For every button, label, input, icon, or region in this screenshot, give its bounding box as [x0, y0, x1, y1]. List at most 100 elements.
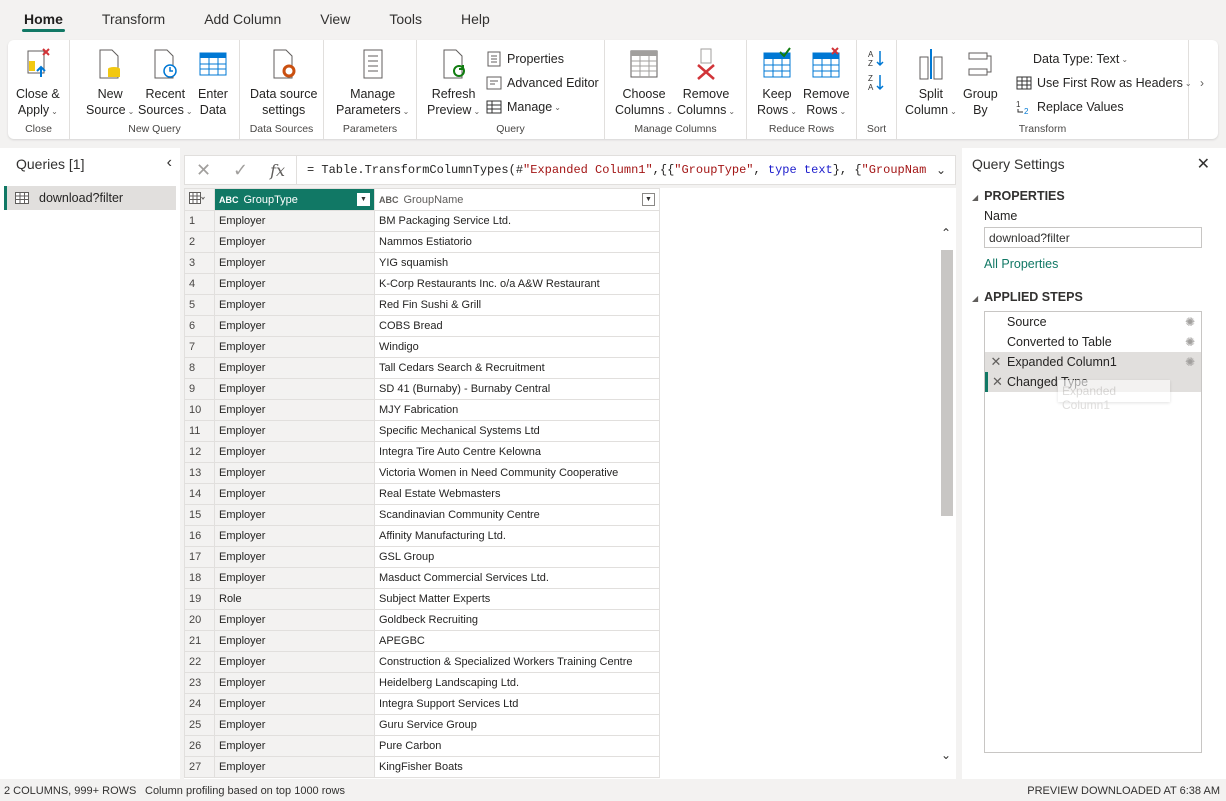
- delete-step-icon[interactable]: ✕: [988, 374, 1007, 390]
- cell-groupname[interactable]: APEGBC: [374, 630, 660, 652]
- all-properties-link[interactable]: All Properties: [984, 257, 1058, 271]
- ribbon-scroll-right-icon[interactable]: ›: [1200, 76, 1204, 90]
- cell-groupname[interactable]: Real Estate Webmasters: [374, 483, 660, 505]
- cell-groupname[interactable]: Affinity Manufacturing Ltd.: [374, 525, 660, 547]
- row-number[interactable]: 20: [184, 609, 215, 631]
- tab-view[interactable]: View: [308, 0, 362, 38]
- row-number[interactable]: 3: [184, 252, 215, 274]
- cancel-icon[interactable]: ✕: [196, 160, 211, 181]
- cell-grouptype[interactable]: Employer: [214, 693, 375, 715]
- data-type-dropdown[interactable]: Data Type: Text ⌄: [1033, 49, 1128, 69]
- row-number[interactable]: 21: [184, 630, 215, 652]
- row-number[interactable]: 8: [184, 357, 215, 379]
- query-name-input[interactable]: [984, 227, 1202, 248]
- row-number[interactable]: 11: [184, 420, 215, 442]
- table-row[interactable]: 3 Employer YIG squamish: [184, 252, 660, 274]
- row-number[interactable]: 7: [184, 336, 215, 358]
- choose-columns-button[interactable]: Choose Columns ⌄: [615, 46, 673, 120]
- row-number[interactable]: 23: [184, 672, 215, 694]
- check-icon[interactable]: ✓: [233, 160, 248, 181]
- table-row[interactable]: 4 Employer K-Corp Restaurants Inc. o/a A&W…: [184, 273, 660, 295]
- table-row[interactable]: 17 Employer GSL Group: [184, 546, 660, 568]
- manage-parameters-button[interactable]: Manage Parameters ⌄: [336, 46, 409, 120]
- cell-grouptype[interactable]: Employer: [214, 735, 375, 757]
- table-row[interactable]: 15 Employer Scandinavian Community Centre: [184, 504, 660, 526]
- row-number[interactable]: 15: [184, 504, 215, 526]
- sort-descending-button[interactable]: ZA: [867, 72, 889, 92]
- properties-section-title[interactable]: ◢ PROPERTIES: [972, 189, 1065, 203]
- recent-sources-button[interactable]: Recent Sources ⌄: [138, 46, 193, 120]
- cell-grouptype[interactable]: Employer: [214, 210, 375, 232]
- table-menu-button[interactable]: [184, 188, 215, 211]
- cell-grouptype[interactable]: Employer: [214, 567, 375, 589]
- row-number[interactable]: 6: [184, 315, 215, 337]
- tab-tools[interactable]: Tools: [377, 0, 434, 38]
- table-row[interactable]: 27 Employer KingFisher Boats: [184, 756, 660, 778]
- text-type-icon[interactable]: ABC: [379, 195, 399, 205]
- cell-groupname[interactable]: Tall Cedars Search & Recruitment: [374, 357, 660, 379]
- cell-groupname[interactable]: Pure Carbon: [374, 735, 660, 757]
- chevron-down-icon[interactable]: ⌄: [927, 163, 955, 177]
- formula-input[interactable]: = Table.TransformColumnTypes(#"Expanded …: [297, 163, 927, 177]
- cell-groupname[interactable]: SD 41 (Burnaby) - Burnaby Central: [374, 378, 660, 400]
- gear-icon[interactable]: ✺: [1185, 315, 1195, 329]
- cell-groupname[interactable]: BM Packaging Service Ltd.: [374, 210, 660, 232]
- table-row[interactable]: 13 Employer Victoria Women in Need Communi…: [184, 462, 660, 484]
- cell-groupname[interactable]: Construction & Specialized Workers Train…: [374, 651, 660, 673]
- table-row[interactable]: 23 Employer Heidelberg Landscaping Ltd.: [184, 672, 660, 694]
- row-number[interactable]: 5: [184, 294, 215, 316]
- data-source-settings-button[interactable]: Data source settings: [250, 46, 317, 118]
- remove-columns-button[interactable]: Remove Columns ⌄: [677, 46, 735, 120]
- cell-groupname[interactable]: Victoria Women in Need Community Coopera…: [374, 462, 660, 484]
- gear-icon[interactable]: ✺: [1185, 335, 1195, 349]
- gear-icon[interactable]: ✺: [1185, 355, 1195, 369]
- table-row[interactable]: 18 Employer Masduct Commercial Services Lt…: [184, 567, 660, 589]
- cell-grouptype[interactable]: Employer: [214, 546, 375, 568]
- replace-values-button[interactable]: 12 Replace Values: [1015, 97, 1124, 117]
- split-column-button[interactable]: Split Column ⌄: [905, 46, 957, 120]
- table-row[interactable]: 20 Employer Goldbeck Recruiting: [184, 609, 660, 631]
- cell-grouptype[interactable]: Employer: [214, 420, 375, 442]
- manage-button[interactable]: Manage ⌄: [485, 97, 561, 117]
- sort-ascending-button[interactable]: AZ: [867, 48, 889, 68]
- table-row[interactable]: 10 Employer MJY Fabrication: [184, 399, 660, 421]
- row-number[interactable]: 14: [184, 483, 215, 505]
- row-number[interactable]: 27: [184, 756, 215, 778]
- cell-grouptype[interactable]: Employer: [214, 399, 375, 421]
- table-row[interactable]: 8 Employer Tall Cedars Search & Recruitmen…: [184, 357, 660, 379]
- table-row[interactable]: 6 Employer COBS Bread: [184, 315, 660, 337]
- cell-groupname[interactable]: COBS Bread: [374, 315, 660, 337]
- step-source[interactable]: Source ✺: [985, 312, 1201, 332]
- scroll-up-icon[interactable]: ⌃: [939, 226, 953, 244]
- row-number[interactable]: 17: [184, 546, 215, 568]
- query-item[interactable]: download?filter: [4, 186, 176, 210]
- cell-grouptype[interactable]: Employer: [214, 273, 375, 295]
- cell-groupname[interactable]: Specific Mechanical Systems Ltd: [374, 420, 660, 442]
- cell-grouptype[interactable]: Employer: [214, 315, 375, 337]
- filter-dropdown-icon[interactable]: ▼: [642, 193, 655, 206]
- properties-button[interactable]: Properties: [485, 49, 564, 69]
- enter-data-button[interactable]: Enter Data: [196, 46, 230, 118]
- table-row[interactable]: 5 Employer Red Fin Sushi & Grill: [184, 294, 660, 316]
- cell-grouptype[interactable]: Employer: [214, 525, 375, 547]
- row-number[interactable]: 4: [184, 273, 215, 295]
- cell-groupname[interactable]: Masduct Commercial Services Ltd.: [374, 567, 660, 589]
- table-row[interactable]: 24 Employer Integra Support Services Ltd: [184, 693, 660, 715]
- table-row[interactable]: 14 Employer Real Estate Webmasters: [184, 483, 660, 505]
- cell-groupname[interactable]: Goldbeck Recruiting: [374, 609, 660, 631]
- row-number[interactable]: 26: [184, 735, 215, 757]
- column-header-grouptype[interactable]: ABC GroupType ▼: [214, 188, 375, 211]
- step-expanded-column1[interactable]: ✕ Expanded Column1 ✺: [985, 352, 1201, 372]
- remove-rows-button[interactable]: Remove Rows ⌄: [803, 46, 850, 120]
- table-row[interactable]: 26 Employer Pure Carbon: [184, 735, 660, 757]
- table-row[interactable]: 16 Employer Affinity Manufacturing Ltd.: [184, 525, 660, 547]
- cell-grouptype[interactable]: Employer: [214, 378, 375, 400]
- cell-groupname[interactable]: Guru Service Group: [374, 714, 660, 736]
- cell-groupname[interactable]: YIG squamish: [374, 252, 660, 274]
- table-row[interactable]: 2 Employer Nammos Estiatorio: [184, 231, 660, 253]
- cell-grouptype[interactable]: Employer: [214, 462, 375, 484]
- table-row[interactable]: 12 Employer Integra Tire Auto Centre Kelow…: [184, 441, 660, 463]
- tab-add-column[interactable]: Add Column: [192, 0, 293, 38]
- cell-groupname[interactable]: Windigo: [374, 336, 660, 358]
- group-by-button[interactable]: Group By: [963, 46, 998, 118]
